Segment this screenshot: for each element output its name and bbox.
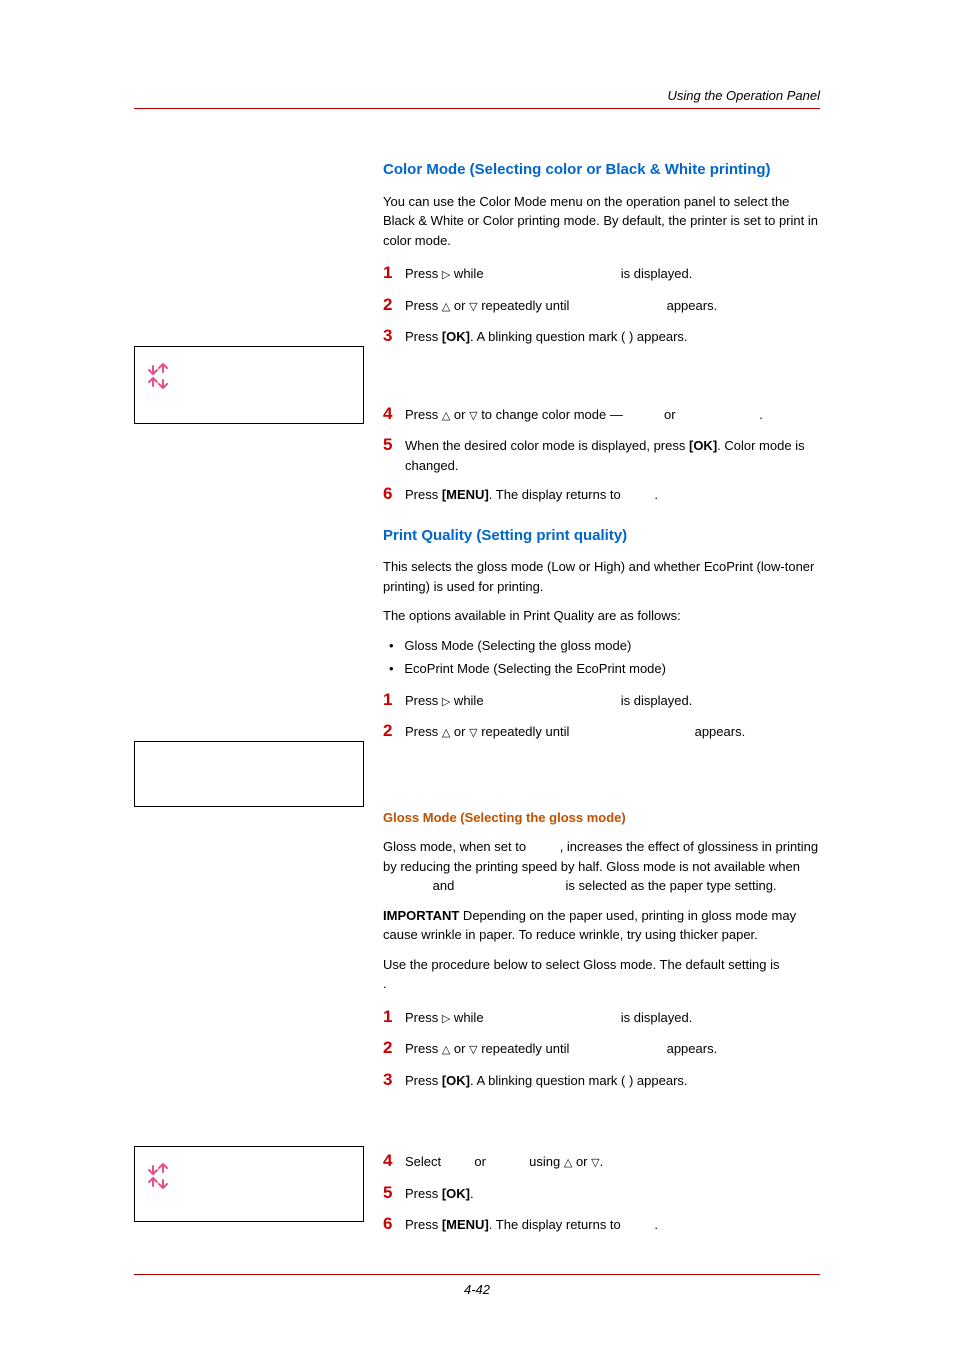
header-rule bbox=[134, 108, 820, 109]
step-number: 4 bbox=[383, 401, 405, 427]
down-triangle-icon: ▽ bbox=[469, 725, 477, 742]
gloss-p1: Gloss mode, when set to , increases the … bbox=[383, 837, 820, 896]
step-text: Press △ or ▽ repeatedly until appears. bbox=[405, 722, 820, 742]
step-number: 1 bbox=[383, 687, 405, 713]
step-number: 2 bbox=[383, 292, 405, 318]
arrows-icon bbox=[147, 361, 181, 391]
footer-rule bbox=[134, 1274, 820, 1275]
step-5c: 5 Press [OK]. bbox=[383, 1180, 820, 1206]
step-text: Press △ or ▽ repeatedly until appears. bbox=[405, 296, 820, 316]
step-text: Press ▷ while is displayed. bbox=[405, 1008, 820, 1028]
page-content: Using the Operation Panel Color Mode (Se… bbox=[134, 86, 820, 1243]
step-number: 6 bbox=[383, 481, 405, 507]
bullet-ecoprint: • EcoPrint Mode (Selecting the EcoPrint … bbox=[389, 659, 820, 679]
step-2c: 2 Press △ or ▽ repeatedly until appears. bbox=[383, 1035, 820, 1061]
page-number: 4-42 bbox=[0, 1280, 954, 1300]
step-text: Press [OK]. A blinking question mark ( )… bbox=[405, 327, 820, 347]
display-box-1 bbox=[134, 346, 364, 424]
step-text: Press [OK]. A blinking question mark ( )… bbox=[405, 1071, 820, 1091]
arrows-icon bbox=[147, 1161, 181, 1191]
step-4c: 4 Select or using △ or ▽. bbox=[383, 1148, 820, 1174]
down-triangle-icon: ▽ bbox=[591, 1155, 599, 1172]
down-triangle-icon: ▽ bbox=[469, 408, 477, 425]
step-text: When the desired color mode is displayed… bbox=[405, 436, 820, 475]
step-3: 3 Press [OK]. A blinking question mark (… bbox=[383, 323, 820, 349]
step-6: 6 Press [MENU]. The display returns to . bbox=[383, 481, 820, 507]
step-text: Press △ or ▽ to change color mode — or . bbox=[405, 405, 820, 425]
step-3c: 3 Press [OK]. A blinking question mark (… bbox=[383, 1067, 820, 1093]
step-number: 6 bbox=[383, 1211, 405, 1237]
gloss-p2: Use the procedure below to select Gloss … bbox=[383, 955, 820, 994]
bullet-gloss: • Gloss Mode (Selecting the gloss mode) bbox=[389, 636, 820, 656]
step-number: 3 bbox=[383, 1067, 405, 1093]
step-text: Select or using △ or ▽. bbox=[405, 1152, 820, 1172]
step-1c: 1 Press ▷ while is displayed. bbox=[383, 1004, 820, 1030]
step-text: Press [MENU]. The display returns to . bbox=[405, 1215, 820, 1235]
step-number: 2 bbox=[383, 1035, 405, 1061]
step-2b: 2 Press △ or ▽ repeatedly until appears. bbox=[383, 718, 820, 744]
step-number: 1 bbox=[383, 260, 405, 286]
step-text: Press △ or ▽ repeatedly until appears. bbox=[405, 1039, 820, 1059]
section-color-mode-title: Color Mode (Selecting color or Black & W… bbox=[383, 159, 820, 182]
step-text: Press ▷ while is displayed. bbox=[405, 691, 820, 711]
down-triangle-icon: ▽ bbox=[469, 299, 477, 316]
step-number: 5 bbox=[383, 1180, 405, 1206]
down-triangle-icon: ▽ bbox=[469, 1042, 477, 1059]
step-4: 4 Press △ or ▽ to change color mode — or… bbox=[383, 401, 820, 427]
step-number: 1 bbox=[383, 1004, 405, 1030]
print-quality-p2: The options available in Print Quality a… bbox=[383, 606, 820, 626]
print-quality-p1: This selects the gloss mode (Low or High… bbox=[383, 557, 820, 596]
step-number: 3 bbox=[383, 323, 405, 349]
display-box-3 bbox=[134, 1146, 364, 1222]
section-color-mode-intro: You can use the Color Mode menu on the o… bbox=[383, 192, 820, 251]
step-1b: 1 Press ▷ while is displayed. bbox=[383, 687, 820, 713]
gloss-important: IMPORTANT Depending on the paper used, p… bbox=[383, 906, 820, 945]
step-1: 1 Press ▷ while is displayed. bbox=[383, 260, 820, 286]
step-number: 5 bbox=[383, 432, 405, 458]
step-text: Press [OK]. bbox=[405, 1184, 820, 1204]
header-right: Using the Operation Panel bbox=[668, 86, 820, 106]
step-6c: 6 Press [MENU]. The display returns to . bbox=[383, 1211, 820, 1237]
step-number: 2 bbox=[383, 718, 405, 744]
display-box-2 bbox=[134, 741, 364, 807]
step-5: 5 When the desired color mode is display… bbox=[383, 432, 820, 475]
step-number: 4 bbox=[383, 1148, 405, 1174]
step-2: 2 Press △ or ▽ repeatedly until appears. bbox=[383, 292, 820, 318]
section-print-quality-title: Print Quality (Setting print quality) bbox=[383, 525, 820, 548]
step-text: Press ▷ while is displayed. bbox=[405, 264, 820, 284]
step-text: Press [MENU]. The display returns to . bbox=[405, 485, 820, 505]
section-gloss-mode-title: Gloss Mode (Selecting the gloss mode) bbox=[383, 808, 820, 828]
